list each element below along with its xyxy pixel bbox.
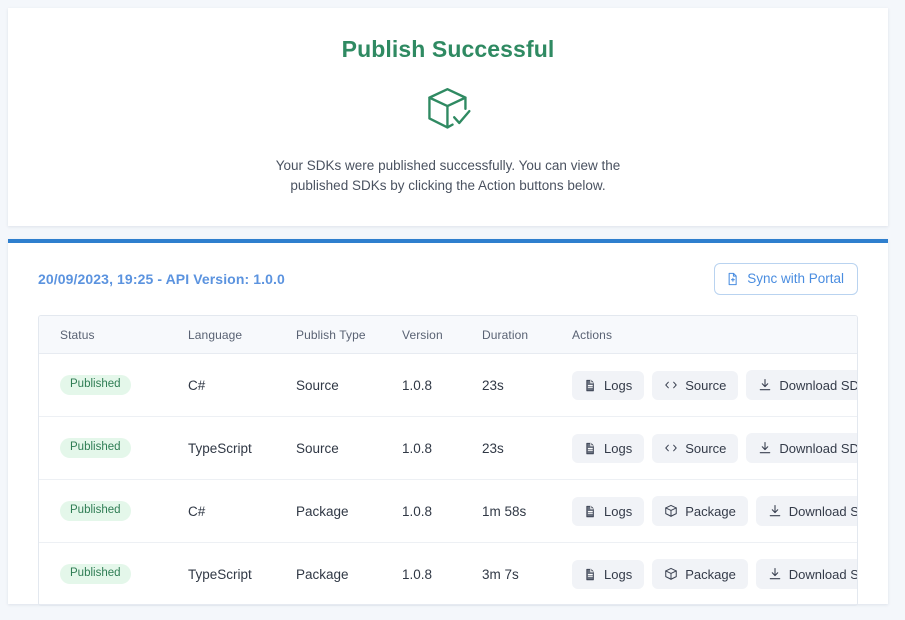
download-sdk-button[interactable]: Download SDK — [746, 370, 858, 400]
publish-table-container: Status Language Publish Type Version Dur… — [38, 315, 858, 606]
cell-actions: Logs Source Download SDK — [572, 416, 857, 480]
download-sdk-button[interactable]: Download SDK — [755, 496, 857, 526]
cell-actions: Logs Package Download SDK — [572, 543, 857, 606]
download-sdk-button[interactable]: Download SDK — [746, 433, 858, 463]
status-badge: Published — [60, 501, 131, 521]
cell-publish-type: Source — [296, 416, 402, 480]
cell-status: Published — [39, 543, 188, 606]
action-button-label: Download SDK — [788, 566, 857, 582]
download-icon — [758, 378, 772, 392]
download-icon — [758, 441, 772, 455]
column-header-version: Version — [402, 316, 482, 354]
cell-language: C# — [188, 479, 296, 543]
cell-duration: 1m 58s — [482, 479, 572, 543]
cell-duration: 23s — [482, 416, 572, 480]
action-button-group: Logs Package Download SDK — [572, 496, 857, 526]
cell-publish-type: Package — [296, 479, 402, 543]
sync-with-portal-label: Sync with Portal — [747, 271, 844, 287]
column-header-duration: Duration — [482, 316, 572, 354]
column-header-actions: Actions — [572, 316, 857, 354]
file-text-icon — [584, 505, 597, 518]
cell-actions: Logs Source Download SDK — [572, 353, 857, 417]
action-button-label: Download SDK — [779, 377, 858, 393]
cell-publish-type: Source — [296, 353, 402, 417]
status-badge: Published — [60, 438, 131, 458]
table-body: Published C# Source 1.0.8 23s Logs Source Downl… — [39, 353, 857, 606]
source-button[interactable]: Source — [652, 370, 739, 400]
cell-version: 1.0.8 — [402, 479, 482, 543]
column-header-status: Status — [39, 316, 188, 354]
download-sdk-button[interactable]: Download SDK — [755, 559, 857, 589]
column-header-publish-type: Publish Type — [296, 316, 402, 354]
action-button-group: Logs Source Download SDK — [572, 433, 857, 463]
publish-results-page: Publish Successful Your SDKs were publis… — [0, 0, 905, 620]
file-text-icon — [584, 379, 597, 392]
success-description: Your SDKs were published successfully. Y… — [275, 157, 621, 193]
package-check-icon — [421, 83, 475, 137]
logs-button[interactable]: Logs — [572, 370, 645, 400]
cell-version: 1.0.8 — [402, 353, 482, 417]
cell-status: Published — [39, 416, 188, 480]
action-button-label: Logs — [604, 566, 633, 582]
package-icon — [664, 567, 678, 581]
code-brackets-icon — [664, 379, 678, 391]
action-button-group: Logs Package Download SDK — [572, 559, 857, 589]
file-text-icon — [584, 442, 597, 455]
logs-button[interactable]: Logs — [572, 559, 645, 589]
table-row: Published TypeScript Source 1.0.8 23s Logs Sou… — [39, 416, 857, 480]
column-header-language: Language — [188, 316, 296, 354]
cell-duration: 3m 7s — [482, 566, 519, 582]
results-header: 20/09/2023, 19:25 - API Version: 1.0.0 S… — [38, 243, 858, 315]
cell-status: Published — [39, 479, 188, 543]
cell-publish-type: Package — [296, 566, 349, 582]
action-button-group: Logs Source Download SDK — [572, 370, 857, 400]
action-button-label: Download SDK — [779, 440, 858, 456]
publish-meta-info: 20/09/2023, 19:25 - API Version: 1.0.0 — [38, 271, 285, 287]
download-icon — [768, 567, 782, 581]
table-header: Status Language Publish Type Version Dur… — [39, 316, 857, 354]
publish-success-panel: Publish Successful Your SDKs were publis… — [8, 8, 888, 226]
cell-actions: Logs Package Download SDK — [572, 479, 857, 543]
publish-results-panel: 20/09/2023, 19:25 - API Version: 1.0.0 S… — [8, 239, 888, 606]
status-badge: Published — [60, 375, 131, 395]
table-row: Published TypeScript Package 1.0.8 3m 7s Logs… — [39, 543, 857, 606]
cell-language: C# — [188, 353, 296, 417]
action-button-label: Package — [685, 503, 736, 519]
logs-button[interactable]: Logs — [572, 433, 645, 463]
action-button-label: Logs — [604, 377, 633, 393]
page-title: Publish Successful — [341, 36, 555, 62]
table-row: Published C# Source 1.0.8 23s Logs Source Downl… — [39, 353, 857, 417]
source-button[interactable]: Source — [652, 433, 739, 463]
download-icon — [768, 504, 782, 518]
package-button[interactable]: Package — [652, 496, 748, 526]
package-button[interactable]: Package — [652, 559, 748, 589]
status-badge: Published — [60, 564, 131, 584]
table-header-row: Status Language Publish Type Version Dur… — [39, 316, 857, 354]
action-button-label: Source — [685, 440, 727, 456]
package-icon — [664, 504, 678, 518]
table-row: Published C# Package 1.0.8 1m 58s Logs Package… — [39, 479, 857, 543]
action-button-label: Logs — [604, 503, 633, 519]
file-sync-icon — [726, 272, 740, 286]
publish-table: Status Language Publish Type Version Dur… — [39, 316, 857, 605]
action-button-label: Logs — [604, 440, 633, 456]
cell-version: 1.0.8 — [402, 416, 482, 480]
file-text-icon — [584, 568, 597, 581]
cell-duration: 23s — [482, 353, 572, 417]
action-button-label: Download SDK — [788, 503, 857, 519]
code-brackets-icon — [664, 442, 678, 454]
action-button-label: Source — [685, 377, 727, 393]
cell-status: Published — [39, 353, 188, 417]
cell-language: TypeScript — [188, 416, 296, 480]
logs-button[interactable]: Logs — [572, 496, 645, 526]
cell-language: TypeScript — [188, 566, 252, 582]
action-button-label: Package — [685, 566, 736, 582]
cell-version: 1.0.8 — [402, 566, 433, 582]
sync-with-portal-button[interactable]: Sync with Portal — [714, 263, 858, 295]
